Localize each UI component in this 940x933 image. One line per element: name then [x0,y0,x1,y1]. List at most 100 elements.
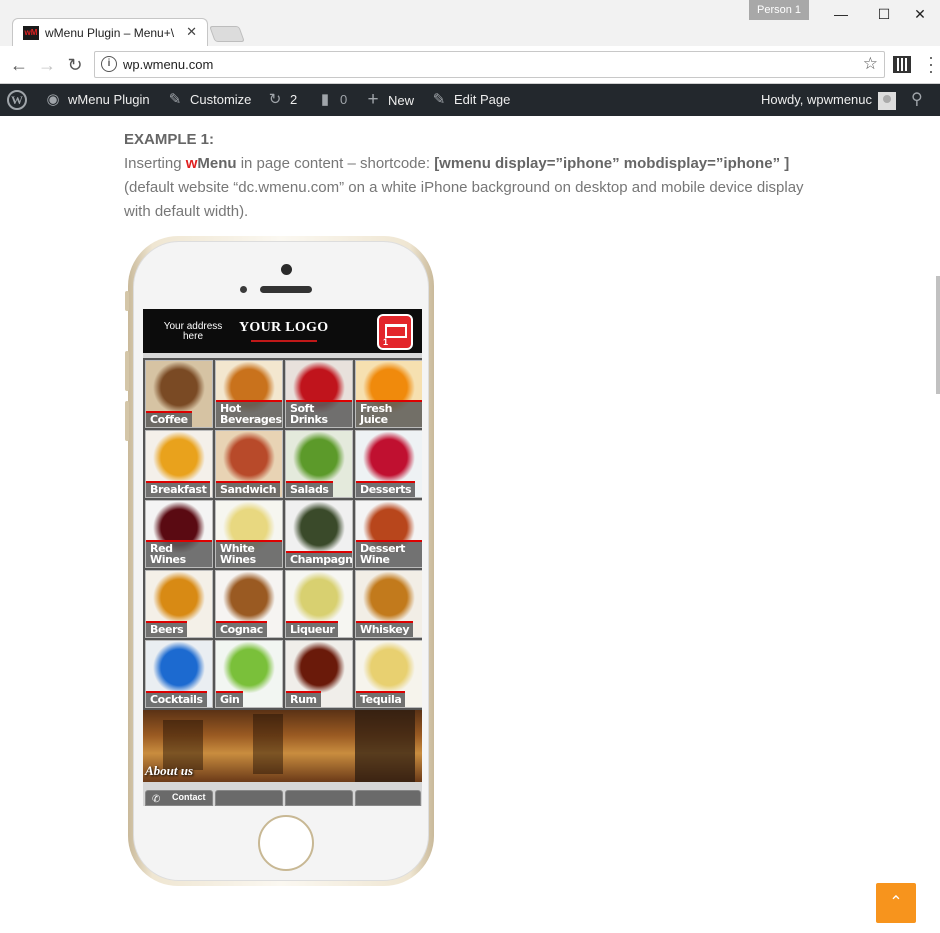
info-icon[interactable]: i [101,56,117,72]
site-name: wMenu Plugin [68,92,150,107]
footer-tab[interactable] [215,790,283,806]
brand-menu: Menu [197,155,237,172]
about-shadow [355,710,415,782]
updates-count: 2 [290,92,298,107]
phone-volume-down [125,401,129,441]
category-label: Red Wines [146,540,212,567]
admin-new-link[interactable]: + New [364,84,414,116]
close-window-icon[interactable]: ✕ [897,2,940,26]
phone-screen: Your address here YOUR LOGO 1 Coffee Hot … [143,309,422,806]
page-content: EXAMPLE 1: Inserting wMenu in page conte… [124,128,824,224]
category-label: White Wines [216,540,282,567]
app-header: Your address here YOUR LOGO 1 [143,309,422,353]
menu-category-tile[interactable]: Beers [145,570,213,638]
admin-site-link[interactable]: ◉ wMenu Plugin [44,84,150,116]
search-icon[interactable]: ⚲ [911,84,923,116]
category-label: Whiskey [356,621,414,637]
category-label: Hot Beverages [216,400,282,427]
menu-category-tile[interactable]: Champagne [285,500,353,568]
comments-count: 0 [340,92,348,107]
howdy-label: Howdy, wpwmenuc [761,92,873,107]
brush-icon: ✎ [168,91,182,108]
address-bar[interactable]: i wp.wmenu.com ☆ [94,51,885,78]
category-label: Champagne [286,551,352,567]
category-label: Rum [286,691,321,707]
category-label: Beers [146,621,188,637]
category-label: Dessert Wine [356,540,422,567]
admin-comments-link[interactable]: ▮ 0 [316,84,347,116]
minimize-icon[interactable]: — [818,2,864,26]
forward-arrow-icon[interactable]: → [36,54,58,76]
text-segment: in page content – shortcode: [236,155,435,172]
menu-category-tile[interactable]: Red Wines [145,500,213,568]
menu-category-tile[interactable]: Tequila [355,640,422,708]
footer-tab[interactable] [355,790,421,806]
plus-icon: + [367,89,379,110]
category-label: Breakfast [146,481,211,497]
phone-camera-icon [281,264,292,275]
profile-badge[interactable]: Person 1 [749,0,809,20]
admin-updates-link[interactable]: ↻ 2 [266,84,298,116]
menu-category-tile[interactable]: Desserts [355,430,422,498]
phone-speaker [260,286,312,293]
phone-sensor [240,286,247,293]
admin-account-menu[interactable]: Howdy, wpwmenuc [761,84,897,116]
footer-tab[interactable] [285,790,353,806]
menu-category-tile[interactable]: Cognac [215,570,283,638]
browser-titlebar: Person 1 — ☐ ✕ wM wMenu Plugin – Menu+\ … [0,0,940,46]
updates-icon: ↻ [268,91,282,108]
menu-category-tile[interactable]: Whiskey [355,570,422,638]
wordpress-logo-icon[interactable]: W [7,90,27,110]
extension-icon[interactable] [893,56,911,73]
shortcode-line: Inserting wMenu in page content – shortc… [124,152,824,176]
contact-tab[interactable]: ✆ Contact [145,790,213,806]
brand-w: w [185,155,198,172]
tab-title: wMenu Plugin – Menu+\ [45,26,175,40]
about-us-tile[interactable]: About us [143,710,422,782]
about-shadow [253,714,283,774]
wp-admin-bar: W ◉ wMenu Plugin ✎ Customize ↻ 2 ▮ 0 + New ✎ E… [0,84,940,116]
cart-icon [385,324,407,338]
scroll-to-top-button[interactable]: ⌃ [876,883,916,923]
category-label: Cocktails [146,691,207,707]
new-tab-button[interactable] [209,26,245,42]
page-scrollbar[interactable] [936,276,940,394]
menu-category-tile[interactable]: Gin [215,640,283,708]
menu-category-tile[interactable]: Sandwich [215,430,283,498]
description-text: (default website “dc.wmenu.com” on a whi… [124,179,804,220]
menu-category-tile[interactable]: Breakfast [145,430,213,498]
menu-category-tile[interactable]: Dessert Wine [355,500,422,568]
menu-category-tile[interactable]: Liqueur [285,570,353,638]
browser-toolbar: ← → ↻ i wp.wmenu.com ☆ · · · [0,46,940,84]
menu-category-tile[interactable]: Fresh Juice [355,360,422,428]
customize-label: Customize [190,92,252,107]
menu-category-tile[interactable]: Cocktails [145,640,213,708]
browser-menu-icon[interactable]: · · · [928,48,934,80]
menu-category-tile[interactable]: White Wines [215,500,283,568]
category-label: Cognac [216,621,267,637]
admin-edit-page-link[interactable]: ✎ Edit Page [430,84,511,116]
wmenu-favicon-icon: wM [23,26,39,40]
menu-category-tile[interactable]: Rum [285,640,353,708]
app-logo[interactable]: YOUR LOGO [239,320,328,336]
menu-category-tile[interactable]: Hot Beverages [215,360,283,428]
reload-icon[interactable]: ↻ [64,54,86,76]
url-text[interactable]: wp.wmenu.com [123,57,213,72]
phone-home-button [258,815,314,871]
back-arrow-icon[interactable]: ← [8,54,30,76]
menu-category-tile[interactable]: Salads [285,430,353,498]
bookmark-star-icon[interactable]: ☆ [863,54,878,74]
text-segment: Inserting [124,155,186,172]
comment-icon: ▮ [320,91,330,108]
browser-tab-active[interactable]: wM wMenu Plugin – Menu+\ ✕ [12,18,208,46]
chevron-up-icon: ⌃ [889,894,903,911]
close-tab-icon[interactable]: ✕ [186,24,197,40]
cart-button[interactable]: 1 [377,314,413,350]
admin-customize-link[interactable]: ✎ Customize [166,84,252,116]
menu-category-tile[interactable]: Soft Drinks [285,360,353,428]
shortcode: [wmenu display=”iphone” mobdisplay=”ipho… [434,155,790,172]
category-label: Desserts [356,481,416,497]
menu-category-tile[interactable]: Coffee [145,360,213,428]
category-label: Liqueur [286,621,339,637]
category-label: Sandwich [216,481,281,497]
